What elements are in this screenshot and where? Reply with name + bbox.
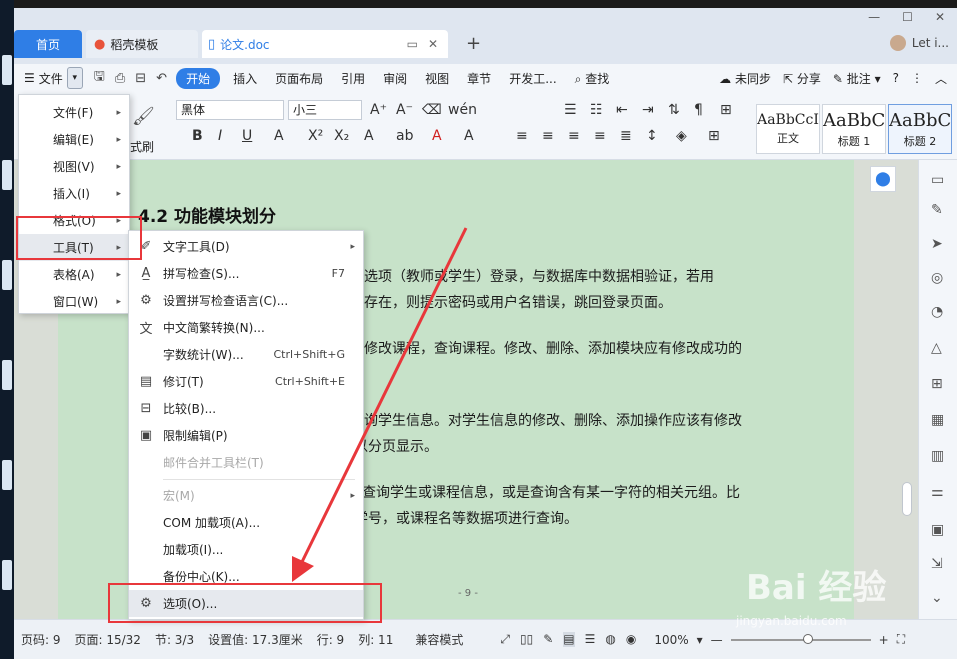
watermark-url: jingyan.baidu.com: [736, 614, 847, 628]
watermark-brand: Bai 经验: [746, 568, 887, 608]
arrow-shaft: [298, 227, 468, 567]
